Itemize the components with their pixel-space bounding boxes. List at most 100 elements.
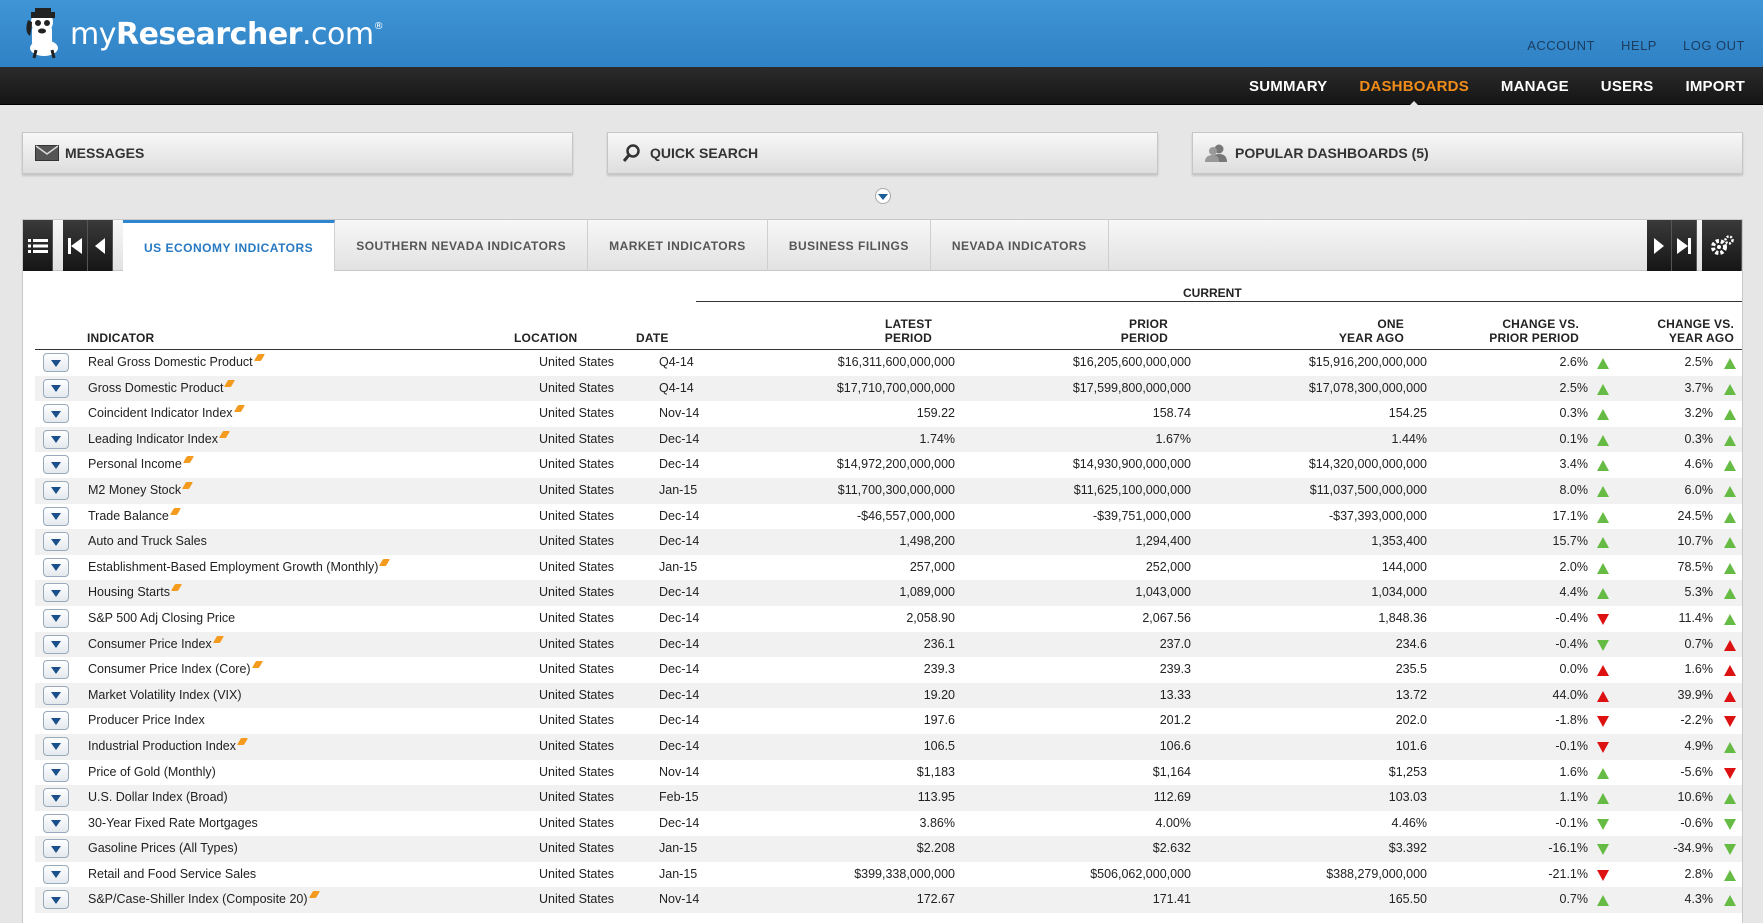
- col-one-year-ago[interactable]: ONE YEAR AGO: [1339, 317, 1404, 345]
- row-expand-button[interactable]: [43, 583, 69, 603]
- row-expand-button[interactable]: [43, 532, 69, 552]
- nav-import[interactable]: IMPORT: [1685, 78, 1745, 95]
- location-cell: United States: [539, 738, 615, 753]
- row-expand-button[interactable]: [43, 429, 69, 449]
- nav-users[interactable]: USERS: [1601, 78, 1654, 95]
- indicator-name[interactable]: Establishment-Based Employment Growth (M…: [88, 558, 391, 574]
- indicator-name[interactable]: Auto and Truck Sales: [88, 534, 207, 548]
- row-expand-button[interactable]: [43, 506, 69, 526]
- indicator-name[interactable]: Housing Starts: [88, 584, 183, 599]
- table-row[interactable]: Trade Balance United States Dec-14 -$46,557…: [35, 504, 1742, 530]
- table-row[interactable]: Leading Indicator Index United States Dec-…: [35, 426, 1742, 453]
- tab-us-economy[interactable]: US ECONOMY INDICATORS: [123, 220, 336, 272]
- indicator-name[interactable]: Industrial Production Index: [88, 737, 249, 753]
- nav-manage[interactable]: MANAGE: [1501, 78, 1569, 95]
- table-row[interactable]: M2 Money Stock United States Jan-15 $11,700…: [35, 477, 1742, 504]
- indicator-name[interactable]: M2 Money Stock: [88, 481, 194, 497]
- indicator-name[interactable]: Price of Gold (Monthly): [88, 765, 216, 779]
- indicator-name[interactable]: Trade Balance: [88, 507, 181, 523]
- row-expand-button[interactable]: [43, 890, 69, 910]
- last-tab-icon[interactable]: [1672, 220, 1697, 271]
- indicator-name[interactable]: Personal Income: [88, 456, 194, 471]
- col-date[interactable]: DATE: [636, 331, 669, 345]
- indicator-name[interactable]: S&P/Case-Shiller Index (Composite 20): [88, 891, 320, 906]
- tab-nevada[interactable]: NEVADA INDICATORS: [931, 220, 1109, 271]
- tab-southern-nevada[interactable]: SOUTHERN NEVADA INDICATORS: [335, 220, 589, 271]
- table-row[interactable]: Consumer Price Index (Core) United States…: [35, 657, 1742, 683]
- table-row[interactable]: Coincident Indicator Index United States N…: [35, 401, 1742, 427]
- table-row[interactable]: Consumer Price Index United States Dec-14 2…: [35, 631, 1742, 658]
- date-cell: Dec-14: [659, 585, 700, 600]
- prev-tab-icon[interactable]: [88, 220, 113, 271]
- row-expand-button[interactable]: [43, 480, 69, 500]
- row-expand-button[interactable]: [43, 839, 69, 859]
- indicator-name[interactable]: 30-Year Fixed Rate Mortgages: [88, 816, 258, 830]
- tab-business-filings[interactable]: BUSINESS FILINGS: [768, 220, 931, 271]
- row-expand-button[interactable]: [43, 557, 69, 577]
- col-indicator[interactable]: INDICATOR: [87, 331, 154, 345]
- row-expand-button[interactable]: [43, 378, 69, 398]
- tab-market[interactable]: MARKET INDICATORS: [588, 220, 768, 271]
- help-link[interactable]: HELP: [1621, 38, 1657, 53]
- table-row[interactable]: Price of Gold (Monthly) United States Nov-…: [35, 760, 1742, 786]
- row-expand-button[interactable]: [43, 762, 69, 782]
- row-expand-button[interactable]: [43, 660, 69, 680]
- quick-search-panel[interactable]: QUICK SEARCH: [607, 132, 1158, 174]
- col-change-year[interactable]: CHANGE VS. YEAR AGO: [1657, 317, 1734, 345]
- row-expand-button[interactable]: [43, 608, 69, 628]
- table-row[interactable]: Market Volatility Index (VIX) United Stat…: [35, 682, 1742, 709]
- account-link[interactable]: ACCOUNT: [1527, 38, 1595, 53]
- row-expand-button[interactable]: [43, 864, 69, 884]
- indicator-name[interactable]: Leading Indicator Index: [88, 430, 230, 446]
- table-row[interactable]: Producer Price Index United States Dec-14 1…: [35, 708, 1742, 734]
- table-row[interactable]: Gasoline Prices (All Types) United States…: [35, 836, 1742, 862]
- indicator-name[interactable]: Real Gross Domestic Product: [88, 354, 265, 369]
- indicator-name[interactable]: Retail and Food Service Sales: [88, 867, 256, 881]
- row-expand-button[interactable]: [43, 353, 69, 372]
- table-row[interactable]: S&P/Case-Shiller Index (Composite 20) Uni…: [35, 887, 1742, 914]
- row-expand-button[interactable]: [43, 711, 69, 731]
- next-tab-icon[interactable]: [1647, 220, 1672, 271]
- row-expand-button[interactable]: [43, 813, 69, 833]
- site-logo[interactable]: myResearcher.com®: [22, 8, 384, 60]
- list-menu-icon[interactable]: [23, 220, 53, 271]
- indicator-name[interactable]: Gasoline Prices (All Types): [88, 841, 238, 855]
- table-row[interactable]: Retail and Food Service Sales United Stat…: [35, 862, 1742, 888]
- indicator-name[interactable]: S&P 500 Adj Closing Price: [88, 611, 235, 625]
- indicator-name[interactable]: Producer Price Index: [88, 713, 205, 727]
- table-row[interactable]: 30-Year Fixed Rate Mortgages United State…: [35, 811, 1742, 837]
- nav-summary[interactable]: SUMMARY: [1249, 78, 1327, 95]
- table-row[interactable]: S&P 500 Adj Closing Price United States De…: [35, 606, 1742, 632]
- row-expand-button[interactable]: [43, 404, 69, 424]
- popular-dashboards-panel[interactable]: POPULAR DASHBOARDS (5): [1192, 132, 1743, 174]
- logout-link[interactable]: LOG OUT: [1683, 38, 1745, 53]
- table-row[interactable]: Gross Domestic Product United States Q4-14…: [35, 375, 1742, 402]
- messages-panel[interactable]: MESSAGES: [22, 132, 573, 174]
- col-location[interactable]: LOCATION: [514, 331, 577, 345]
- col-prior-period[interactable]: PRIOR PERIOD: [1121, 317, 1168, 345]
- indicator-name[interactable]: Market Volatility Index (VIX): [88, 688, 242, 702]
- first-tab-icon[interactable]: [63, 220, 88, 271]
- gears-settings-icon[interactable]: [1702, 220, 1742, 271]
- indicator-name[interactable]: Coincident Indicator Index: [88, 405, 245, 420]
- table-row[interactable]: Real Gross Domestic Product United States…: [35, 350, 1742, 376]
- table-row[interactable]: Auto and Truck Sales United States Dec-14 1…: [35, 529, 1742, 555]
- row-expand-button[interactable]: [43, 736, 69, 756]
- expand-toggle-icon[interactable]: [875, 188, 891, 204]
- indicator-name[interactable]: Gross Domestic Product: [88, 379, 236, 395]
- col-latest-period[interactable]: LATEST PERIOD: [885, 317, 932, 345]
- row-expand-button[interactable]: [43, 685, 69, 705]
- row-expand-button[interactable]: [43, 455, 69, 475]
- col-change-prior[interactable]: CHANGE VS. PRIOR PERIOD: [1489, 317, 1579, 345]
- row-expand-button[interactable]: [43, 634, 69, 654]
- table-row[interactable]: Personal Income United States Dec-14 $14,97…: [35, 452, 1742, 478]
- table-row[interactable]: U.S. Dollar Index (Broad) United States Fe…: [35, 785, 1742, 811]
- row-expand-button[interactable]: [43, 788, 69, 808]
- indicator-name[interactable]: Consumer Price Index (Core): [88, 661, 263, 676]
- table-row[interactable]: Housing Starts United States Dec-14 1,089,0…: [35, 580, 1742, 606]
- table-row[interactable]: Industrial Production Index United States…: [35, 733, 1742, 760]
- indicator-name[interactable]: U.S. Dollar Index (Broad): [88, 790, 228, 804]
- indicator-name[interactable]: Consumer Price Index: [88, 635, 224, 651]
- nav-dashboards[interactable]: DASHBOARDS: [1359, 78, 1469, 108]
- table-row[interactable]: Establishment-Based Employment Growth (M…: [35, 555, 1742, 581]
